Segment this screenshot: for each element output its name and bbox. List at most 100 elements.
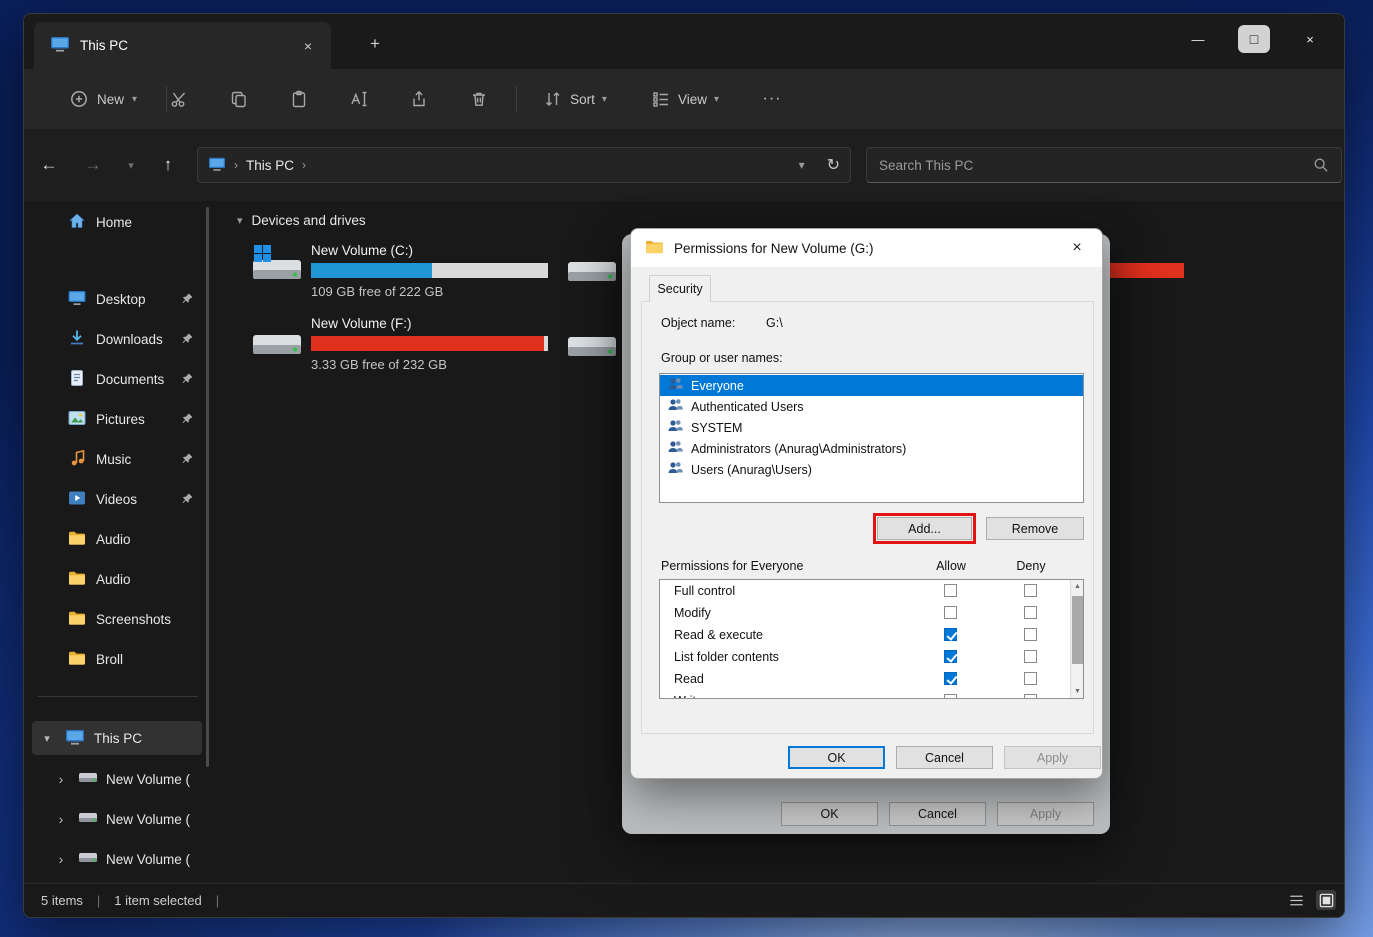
new-tab-button[interactable]: + [360,30,390,58]
forward-button[interactable]: → [74,147,112,183]
group-list: Everyone Authenticated Users SYSTEM Admi… [659,373,1084,503]
drive-f-icon[interactable] [251,319,303,367]
search-input[interactable] [879,158,1313,173]
address-dropdown-chevron[interactable]: ▾ [799,158,805,172]
object-name-label: Object name: [661,316,735,330]
sidebar-item-downloads[interactable]: Downloads [32,322,202,356]
breadcrumb-chevron[interactable]: › [302,158,306,172]
new-button[interactable]: New ▾ [49,79,157,119]
delete-button[interactable] [457,79,501,119]
sidebar-item-new-volume-3[interactable]: › New Volume ( [32,842,202,876]
tab-security[interactable]: Security [649,275,711,302]
dialog-close-button[interactable]: × [1060,236,1094,260]
tab-bar: This PC × + — □ × [24,14,1344,69]
scrollbar-thumb[interactable] [1072,596,1083,664]
sidebar-item-screenshots[interactable]: Screenshots [32,602,202,636]
group-row-everyone[interactable]: Everyone [660,375,1083,396]
ok-button[interactable]: OK [788,746,885,769]
sidebar-item-new-volume-1[interactable]: › New Volume ( [32,762,202,796]
allow-checkbox[interactable] [944,584,957,597]
details-view-icon[interactable] [1286,890,1306,910]
drive-c-name[interactable]: New Volume (C:) [311,243,413,258]
tab-this-pc[interactable]: This PC × [34,22,331,69]
chevron-right-icon[interactable]: › [52,851,70,867]
address-bar[interactable]: › This PC › ▾ ↻ [197,147,851,183]
apply-button[interactable]: Apply [1004,746,1101,769]
allow-checkbox[interactable] [944,650,957,663]
refresh-button[interactable]: ↻ [827,155,840,175]
deny-checkbox[interactable] [1024,606,1037,619]
section-devices-and-drives[interactable]: ▾ Devices and drives [237,213,366,228]
cut-button[interactable] [157,79,201,119]
sidebar-item-new-volume-2[interactable]: › New Volume ( [32,802,202,836]
group-row-authenticated-users[interactable]: Authenticated Users [660,396,1083,417]
drive-c-icon[interactable] [251,244,303,292]
breadcrumb[interactable]: This PC [246,158,294,173]
permission-row-list-folder-contents: List folder contents [660,646,1083,668]
view-icon [651,89,671,109]
paste-button[interactable] [277,79,321,119]
tab-close-icon[interactable]: × [295,34,321,58]
up-button[interactable]: ↑ [149,147,187,183]
sidebar-item-audio[interactable]: Audio [32,522,202,556]
sidebar-item-this-pc[interactable]: ▾ This PC [32,721,202,755]
group-row-users[interactable]: Users (Anurag\Users) [660,459,1083,480]
sidebar-item-pictures[interactable]: Pictures [32,402,202,436]
home-icon [67,211,87,234]
allow-checkbox[interactable] [944,606,957,619]
music-icon [67,448,87,471]
sidebar-item-desktop[interactable]: Desktop [32,282,202,316]
status-bar: 5 items | 1 item selected | [24,883,1344,917]
thumbnail-view-icon[interactable] [1316,890,1336,910]
view-button[interactable]: View ▾ [636,79,734,119]
rename-button[interactable] [337,79,381,119]
minimize-button[interactable]: — [1170,14,1226,64]
recent-locations-chevron[interactable]: ▾ [112,147,150,183]
address-bar-row: ← → ▾ ↑ › This PC › ▾ ↻ [24,129,1344,201]
close-button[interactable]: × [1282,14,1338,64]
scroll-down-icon[interactable]: ▼ [1071,685,1084,698]
allow-checkbox[interactable] [944,694,957,699]
deny-checkbox[interactable] [1024,584,1037,597]
deny-checkbox[interactable] [1024,628,1037,641]
sidebar-item-audio-2[interactable]: Audio [32,562,202,596]
chevron-right-icon[interactable]: › [52,811,70,827]
search-box[interactable] [866,147,1342,183]
share-icon [409,89,429,109]
cancel-button[interactable]: Cancel [896,746,993,769]
rename-icon [349,89,369,109]
permissions-scrollbar[interactable]: ▲ ▼ [1070,580,1083,698]
remove-button[interactable]: Remove [986,517,1084,540]
group-row-administrators[interactable]: Administrators (Anurag\Administrators) [660,438,1083,459]
add-button[interactable]: Add... [877,517,972,540]
share-button[interactable] [397,79,441,119]
chevron-right-icon[interactable]: › [52,771,70,787]
deny-column-header: Deny [1006,559,1056,573]
maximize-button[interactable]: □ [1238,25,1270,53]
tab-title: This PC [80,38,128,53]
drive-icon-partial[interactable] [566,321,618,369]
sort-button[interactable]: Sort ▾ [529,79,621,119]
deny-checkbox[interactable] [1024,650,1037,663]
sidebar-item-music[interactable]: Music [32,442,202,476]
chevron-down-icon[interactable]: ▾ [38,732,56,745]
more-options-button[interactable]: ··· [750,79,794,119]
drive-f-name[interactable]: New Volume (F:) [311,316,412,331]
sidebar-item-home[interactable]: Home [32,205,202,239]
sidebar-scrollbar[interactable] [206,207,209,767]
deny-checkbox[interactable] [1024,694,1037,699]
sidebar-item-videos[interactable]: Videos [32,482,202,516]
deny-checkbox[interactable] [1024,672,1037,685]
sidebar-item-documents[interactable]: Documents [32,362,202,396]
allow-checkbox[interactable] [944,628,957,641]
collapse-chevron-icon[interactable]: ▾ [237,214,243,227]
sidebar-item-broll[interactable]: Broll [32,642,202,676]
allow-checkbox[interactable] [944,672,957,685]
back-button[interactable]: ← [30,147,68,183]
drive-icon [79,810,97,828]
drive-icon-partial[interactable] [566,246,618,294]
permission-row-modify: Modify [660,602,1083,624]
copy-button[interactable] [217,79,261,119]
group-row-system[interactable]: SYSTEM [660,417,1083,438]
scroll-up-icon[interactable]: ▲ [1071,580,1084,593]
